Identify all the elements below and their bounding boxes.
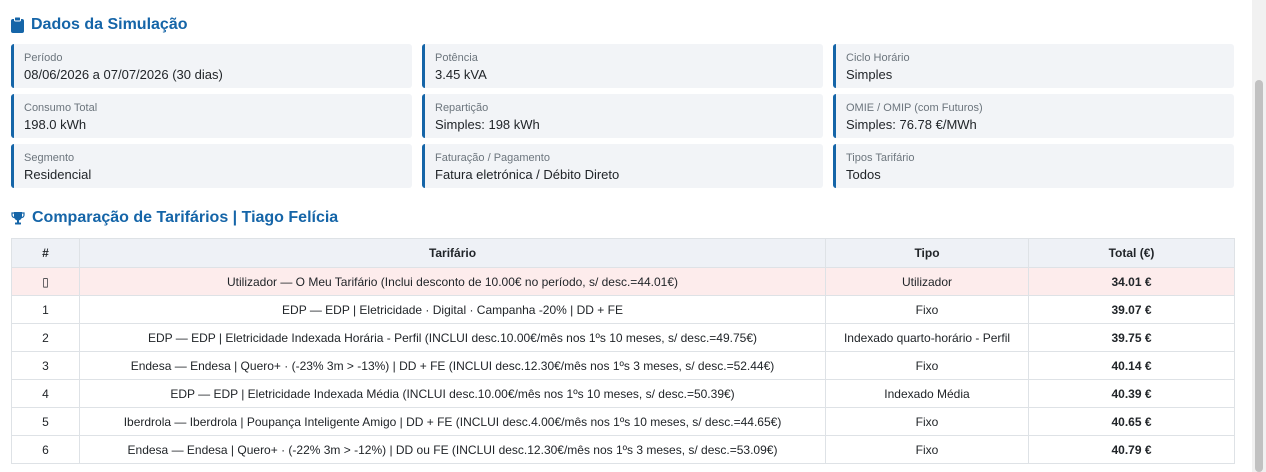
cell-total: 40.39 € — [1028, 379, 1235, 408]
scrollbar-thumb[interactable] — [1255, 80, 1263, 472]
card-label: Faturação / Pagamento — [435, 152, 550, 164]
table-header: # Tarifário Tipo Total (€) — [11, 238, 1235, 268]
cell-rank: 2 — [11, 323, 80, 352]
card-label: Tipos Tarifário — [846, 152, 915, 164]
cell-tariff: Endesa — Endesa | Quero+ · (-23% 3m > -1… — [79, 351, 826, 380]
card-value: Residencial — [24, 167, 92, 182]
tariff-comparison-table: # Tarifário Tipo Total (€) ▯ Utilizador —… — [11, 238, 1235, 464]
cell-tariff: Utilizador — O Meu Tarifário (Inclui des… — [79, 267, 826, 296]
cell-type: Fixo — [825, 351, 1029, 380]
table-row-my-tariff[interactable]: ▯ Utilizador — O Meu Tarifário (Inclui de… — [11, 267, 1235, 296]
table-row[interactable]: 5 Iberdrola — Iberdrola | Poupança Inteli… — [11, 407, 1235, 436]
cell-rank: 3 — [11, 351, 80, 380]
card-value: Simples: 76.78 €/MWh — [846, 117, 977, 132]
cell-rank: ▯ — [11, 267, 80, 296]
card-label: Consumo Total — [24, 102, 98, 114]
column-header-tariff[interactable]: Tarifário — [79, 238, 826, 268]
simulation-data-grid: Período 08/06/2026 a 07/07/2026 (30 dias)… — [11, 44, 1234, 188]
card-label: Ciclo Horário — [846, 52, 910, 64]
card-label: Segmento — [24, 152, 75, 164]
comparison-section-header: Comparação de Tarifários | Tiago Felícia — [11, 208, 1234, 228]
cell-type: Indexado Média — [825, 379, 1029, 408]
cell-tariff: EDP — EDP | Eletricidade Indexada Média … — [79, 379, 826, 408]
table-body: ▯ Utilizador — O Meu Tarifário (Inclui de… — [11, 267, 1235, 464]
card-omie-omip: OMIE / OMIP (com Futuros) Simples: 76.78 … — [833, 94, 1234, 138]
header-row: # Tarifário Tipo Total (€) — [11, 238, 1235, 268]
card-label: Período — [24, 52, 63, 64]
cell-total: 40.79 € — [1028, 435, 1235, 464]
cell-total: 40.65 € — [1028, 407, 1235, 436]
cell-rank: 5 — [11, 407, 80, 436]
card-segmento: Segmento Residencial — [11, 144, 412, 188]
cell-tariff: Iberdrola — Iberdrola | Poupança Intelig… — [79, 407, 826, 436]
card-label: OMIE / OMIP (com Futuros) — [846, 102, 983, 114]
card-tipos-tarifario: Tipos Tarifário Todos — [833, 144, 1234, 188]
cell-total: 39.07 € — [1028, 295, 1235, 324]
cell-total: 39.75 € — [1028, 323, 1235, 352]
cell-tariff: Endesa — Endesa | Quero+ · (-22% 3m > -1… — [79, 435, 826, 464]
card-label: Potência — [435, 52, 478, 64]
cell-type: Indexado quarto-horário - Perfil — [825, 323, 1029, 352]
card-value: 08/06/2026 a 07/07/2026 (30 dias) — [24, 67, 223, 82]
cell-type: Fixo — [825, 407, 1029, 436]
table-row[interactable]: 2 EDP — EDP | Eletricidade Indexada Horár… — [11, 323, 1235, 352]
card-label: Repartição — [435, 102, 489, 114]
cell-rank: 4 — [11, 379, 80, 408]
simulation-title: Dados da Simulação — [31, 16, 188, 33]
cell-tariff: EDP — EDP | Eletricidade Indexada Horári… — [79, 323, 826, 352]
table-row[interactable]: 4 EDP — EDP | Eletricidade Indexada Média… — [11, 379, 1235, 408]
clipboard-icon — [11, 17, 24, 33]
card-reparticao: Repartição Simples: 198 kWh — [422, 94, 823, 138]
vertical-scrollbar[interactable] — [1252, 0, 1266, 472]
column-header-total[interactable]: Total (€) — [1028, 238, 1235, 268]
cell-total: 34.01 € — [1028, 267, 1235, 296]
card-value: 198.0 kWh — [24, 117, 87, 132]
card-value: Todos — [846, 167, 881, 182]
cell-tariff: EDP — EDP | Eletricidade · Digital · Cam… — [79, 295, 826, 324]
cell-rank: 1 — [11, 295, 80, 324]
cell-rank: 6 — [11, 435, 80, 464]
card-periodo: Período 08/06/2026 a 07/07/2026 (30 dias) — [11, 44, 412, 88]
cell-total: 40.14 € — [1028, 351, 1235, 380]
table-row[interactable]: 3 Endesa — Endesa | Quero+ · (-23% 3m > -… — [11, 351, 1235, 380]
card-value: Simples — [846, 67, 893, 82]
trophy-icon — [11, 211, 25, 225]
comparison-title: Comparação de Tarifários | Tiago Felícia — [32, 209, 339, 226]
card-potencia: Potência 3.45 kVA — [422, 44, 823, 88]
card-faturacao: Faturação / Pagamento Fatura eletrónica /… — [422, 144, 823, 188]
cell-type: Fixo — [825, 295, 1029, 324]
main-content: Dados da Simulação Período 08/06/2026 a 0… — [11, 0, 1235, 464]
column-header-rank[interactable]: # — [11, 238, 80, 268]
cell-type: Utilizador — [825, 267, 1029, 296]
card-value: 3.45 kVA — [435, 67, 487, 82]
table-row[interactable]: 6 Endesa — Endesa | Quero+ · (-22% 3m > -… — [11, 435, 1235, 464]
simulation-section-header: Dados da Simulação — [11, 15, 1234, 35]
table-row[interactable]: 1 EDP — EDP | Eletricidade · Digital · Ca… — [11, 295, 1235, 324]
column-header-type[interactable]: Tipo — [825, 238, 1029, 268]
card-value: Simples: 198 kWh — [435, 117, 540, 132]
card-value: Fatura eletrónica / Débito Direto — [435, 167, 620, 182]
cell-type: Fixo — [825, 435, 1029, 464]
card-consumo-total: Consumo Total 198.0 kWh — [11, 94, 412, 138]
card-ciclo-horario: Ciclo Horário Simples — [833, 44, 1234, 88]
